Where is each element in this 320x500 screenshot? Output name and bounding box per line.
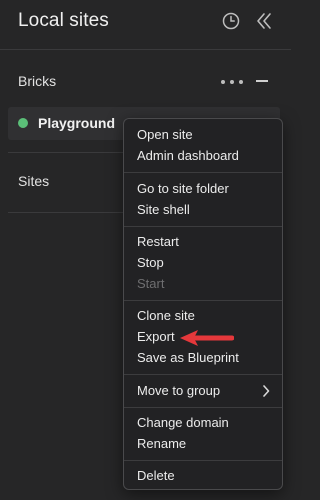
menu-item-move-to-group[interactable]: Move to group [137,383,220,398]
menu-item-restart[interactable]: Restart [137,234,179,249]
page-title: Local sites [18,10,109,31]
menu-item-admin-dashboard[interactable]: Admin dashboard [137,148,239,163]
menu-item-change-domain[interactable]: Change domain [137,415,229,430]
annotation-arrow-icon [180,330,234,346]
group-name[interactable]: Bricks [18,73,56,89]
menu-item-save-as-blueprint[interactable]: Save as Blueprint [137,350,239,365]
status-dot [18,118,28,128]
sites-section-label[interactable]: Sites [18,173,49,189]
menu-separator [124,172,282,173]
site-name: Playground [38,115,116,131]
menu-item-rename[interactable]: Rename [137,436,186,451]
context-menu: Open site Admin dashboard Go to site fol… [123,118,283,490]
menu-separator [124,374,282,375]
divider [0,49,291,50]
menu-item-open-site[interactable]: Open site [137,127,193,142]
menu-item-site-shell[interactable]: Site shell [137,202,190,217]
header: Local sites [0,0,291,44]
menu-item-delete[interactable]: Delete [137,468,175,483]
menu-item-export[interactable]: Export [137,329,175,344]
double-chevron-left-icon[interactable] [255,11,273,31]
menu-separator [124,407,282,408]
menu-separator [124,460,282,461]
menu-item-start: Start [137,276,165,291]
menu-item-clone-site[interactable]: Clone site [137,308,195,323]
clock-icon[interactable] [222,12,240,30]
more-options-icon[interactable] [221,80,243,84]
chevron-right-icon [263,385,270,397]
menu-separator [124,300,282,301]
collapse-group-icon[interactable] [256,80,268,82]
menu-item-go-to-site-folder[interactable]: Go to site folder [137,181,229,196]
menu-separator [124,226,282,227]
menu-item-stop[interactable]: Stop [137,255,164,270]
